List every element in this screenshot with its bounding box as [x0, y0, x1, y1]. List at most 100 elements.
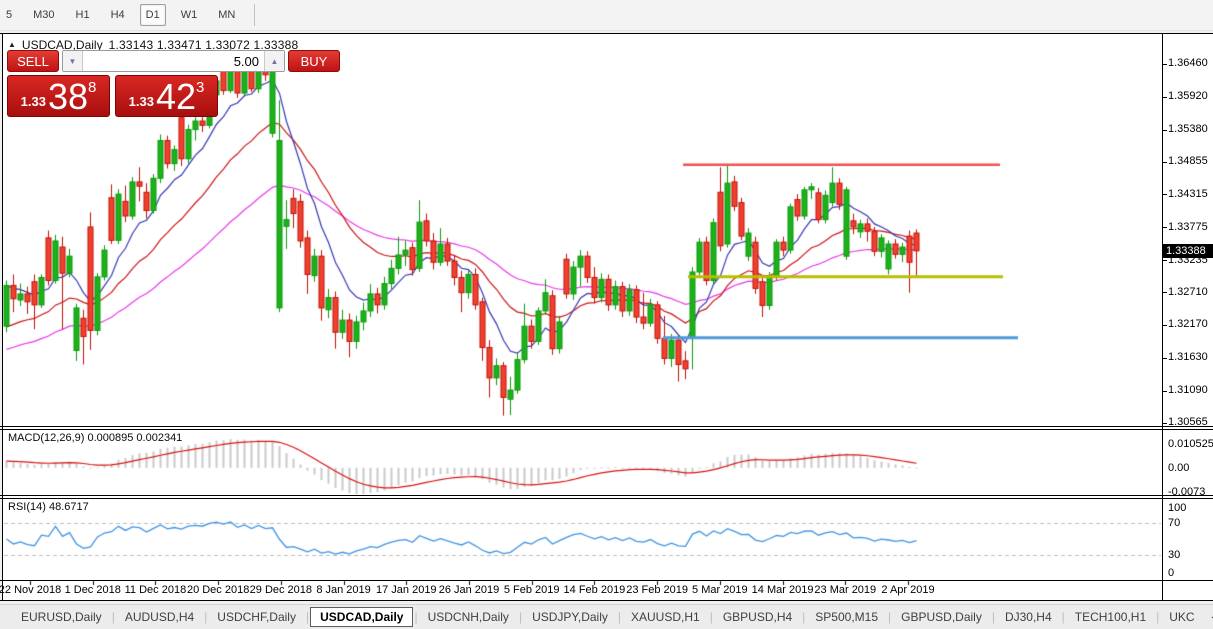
timeframe-button-h1[interactable]: H1: [70, 4, 96, 26]
buy-price-pip: 3: [196, 79, 205, 96]
sell-price-box[interactable]: 1.33 38 8: [7, 75, 110, 117]
price-axis-tick: [1163, 227, 1167, 229]
price-axis-label: 1.32710: [1168, 285, 1208, 298]
buy-button[interactable]: BUY: [288, 50, 340, 72]
price-axis-tick: [1163, 357, 1167, 359]
trading-terminal: 5 M30 H1 H4 D1 W1 MN ▲ USDCAD,Daily 1.33143 1.…: [0, 0, 1213, 629]
chart-tab-audusd-h4[interactable]: AUDUSD,H4: [116, 607, 203, 627]
timeframe-button-mn[interactable]: MN: [212, 4, 241, 26]
price-axis-tick: [1163, 194, 1167, 196]
date-axis-label: 11 Dec 2018: [124, 584, 187, 596]
price-axis-background: [1163, 34, 1213, 600]
tab-separator: |: [111, 610, 115, 624]
date-axis-label: 29 Dec 2018: [249, 584, 313, 596]
macd-name: MACD(12,26,9): [8, 432, 85, 444]
macd-axis-label: 0.010525: [1168, 438, 1213, 450]
timeframe-button-d1[interactable]: D1: [139, 4, 166, 26]
chart-tab-sp500-m15[interactable]: SP500,M15: [806, 607, 887, 627]
scroll-left-icon[interactable]: ◄: [1206, 610, 1213, 624]
date-axis-label: 5 Feb 2019: [503, 584, 560, 596]
price-axis-label: 1.34315: [1168, 187, 1208, 200]
volume-increase-icon[interactable]: ▲: [264, 51, 284, 71]
sell-price-pip: 8: [88, 79, 97, 96]
chart-tab-usdchf-daily[interactable]: USDCHF,Daily: [208, 607, 305, 627]
price-axis-label: 1.35920: [1168, 90, 1208, 103]
one-click-trading-panel: SELL ▼ ▲ BUY 1.33 38 8 1.33 42 3: [7, 50, 340, 117]
timeframe-button-m30[interactable]: M30: [27, 4, 60, 26]
volume-input[interactable]: [83, 51, 264, 71]
macd-values: 0.000895 0.002341: [87, 432, 183, 444]
tab-separator: |: [888, 610, 892, 624]
macd-axis-label: 0.00: [1168, 461, 1190, 474]
timeframe-button-w1[interactable]: W1: [175, 4, 204, 26]
price-axis-tick: [1163, 96, 1167, 98]
date-axis-label: 5 Mar 2019: [692, 584, 748, 596]
rsi-values: 48.6717: [48, 501, 89, 513]
chart-tab-dj30-h4[interactable]: DJ30,H4: [996, 607, 1061, 627]
price-axis-label: 1.31630: [1168, 351, 1208, 364]
date-axis-label: 22 Nov 2018: [0, 584, 62, 596]
price-axis-tick: [1163, 292, 1167, 294]
buy-price-box[interactable]: 1.33 42 3: [115, 75, 218, 117]
date-axis-label: 14 Mar 2019: [751, 584, 814, 596]
price-axis-tick: [1163, 422, 1167, 424]
date-axis-label: 17 Jan 2019: [376, 584, 437, 596]
price-axis-label: 1.36460: [1168, 57, 1208, 70]
tab-separator: |: [991, 610, 995, 624]
rsi-axis-label: 70: [1168, 517, 1181, 529]
date-axis-label: 1 Dec 2018: [64, 584, 121, 596]
date-axis-label: 26 Jan 2019: [438, 584, 500, 596]
chart-tab-gbpusd-h4[interactable]: GBPUSD,H4: [714, 607, 801, 627]
price-axis-tick: [1163, 129, 1167, 131]
rsi-axis-label: 100: [1168, 502, 1187, 514]
sell-button[interactable]: SELL: [7, 50, 59, 72]
chart-tab-tech100-h1[interactable]: TECH100,H1: [1066, 607, 1155, 627]
price-axis-label: 1.33775: [1168, 220, 1208, 233]
tab-separator: |: [204, 610, 208, 624]
date-axis-label: 23 Mar 2019: [814, 584, 877, 596]
chart-tab-xauusd-h1[interactable]: XAUUSD,H1: [622, 607, 709, 627]
price-axis-label: 1.30565: [1168, 416, 1208, 429]
current-price-tag: 1.33388: [1163, 243, 1213, 258]
tab-separator: |: [802, 610, 806, 624]
timeframe-toolbar: 5 M30 H1 H4 D1 W1 MN: [0, 0, 1213, 31]
sell-price-prefix: 1.33: [20, 94, 46, 109]
toolbar-divider: [254, 4, 256, 26]
volume-decrease-icon[interactable]: ▼: [63, 51, 83, 71]
sell-price-main: 38: [47, 76, 88, 118]
price-axis-tick: [1163, 324, 1167, 326]
tab-separator: |: [1156, 610, 1160, 624]
macd-caption: MACD(12,26,9) 0.000895 0.002341: [8, 432, 182, 444]
buy-price-prefix: 1.33: [128, 94, 154, 109]
date-axis-label: 23 Feb 2019: [626, 584, 689, 596]
price-axis-tick: [1163, 63, 1167, 65]
price-axis-label: 1.35380: [1168, 123, 1208, 136]
price-chart-canvas[interactable]: [0, 33, 1163, 601]
rsi-caption: RSI(14) 48.6717: [8, 501, 89, 513]
tab-separator: |: [709, 610, 713, 624]
date-axis-label: 2 Apr 2019: [881, 584, 935, 596]
timeframe-button-h4[interactable]: H4: [105, 4, 131, 26]
chart-tab-gbpusd-daily[interactable]: GBPUSD,Daily: [892, 607, 991, 627]
chart-tab-ukc[interactable]: UKC: [1160, 607, 1203, 627]
chart-tab-bar: EURUSD,Daily | AUDUSD,H4 | USDCHF,Daily | USDC…: [0, 604, 1213, 629]
price-axis-label: 1.31090: [1168, 384, 1208, 397]
tab-separator: |: [617, 610, 621, 624]
tab-separator: |: [305, 610, 310, 624]
timeframe-button-5[interactable]: 5: [0, 4, 18, 26]
rsi-axis-label: 0: [1168, 567, 1175, 579]
one-click-collapse-icon[interactable]: ▲: [8, 41, 16, 49]
price-axis-tick: [1163, 260, 1167, 262]
date-axis-label: 8 Jan 2019: [316, 584, 371, 596]
tab-separator: |: [518, 610, 523, 624]
date-axis-label: 20 Dec 2018: [186, 584, 250, 596]
tab-separator: |: [414, 610, 418, 624]
chart-tab-eurusd-daily[interactable]: EURUSD,Daily: [12, 607, 111, 627]
chart-tab-usdcnh-daily[interactable]: USDCNH,Daily: [419, 607, 518, 627]
chart-tab-usdjpy-daily[interactable]: USDJPY,Daily: [523, 607, 617, 627]
tab-separator: |: [1061, 610, 1065, 624]
price-axis-label: 1.32170: [1168, 318, 1208, 331]
rsi-axis-label: 30: [1168, 549, 1181, 561]
date-axis-label: 14 Feb 2019: [563, 584, 626, 596]
chart-tab-usdcad-daily[interactable]: USDCAD,Daily: [310, 607, 414, 627]
